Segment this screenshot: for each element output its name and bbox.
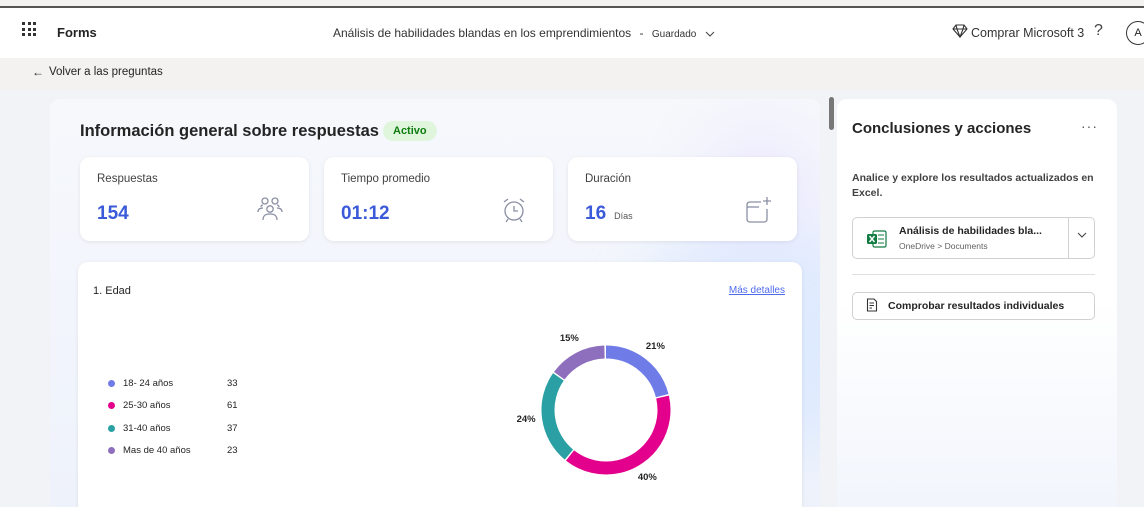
check-button-label: Comprobar resultados individuales	[888, 300, 1065, 312]
slice-percent-label: 15%	[559, 332, 579, 344]
document-title-menu[interactable]: Análisis de habilidades blandas en los e…	[333, 26, 715, 40]
avatar[interactable]: A	[1126, 21, 1144, 45]
duration-value: 16	[585, 203, 607, 224]
calendar-sparkle-icon	[743, 195, 773, 230]
alarm-clock-icon	[499, 195, 529, 230]
legend-count: 23	[227, 445, 238, 457]
save-status: Guardado	[651, 29, 697, 40]
document-icon	[866, 297, 888, 315]
arrow-left-icon: ←	[32, 65, 44, 79]
legend-count: 61	[227, 400, 238, 412]
slice-percent-label: 24%	[516, 413, 536, 425]
donut-slice[interactable]	[537, 341, 676, 480]
back-label: Volver a las preguntas	[49, 66, 163, 78]
document-title: Análisis de habilidades blandas en los e…	[333, 26, 632, 40]
more-options-button[interactable]: ···	[1081, 118, 1098, 134]
question-card: 1. Edad Más detalles 18- 24 años 33 25-3…	[78, 262, 802, 507]
help-button[interactable]: ?	[1094, 22, 1103, 40]
title-separator: -	[639, 26, 644, 40]
slice-percent-label: 21%	[645, 341, 665, 353]
split-divider	[1068, 218, 1069, 258]
legend-count: 37	[227, 422, 238, 434]
legend-label: 25-30 años	[123, 400, 171, 412]
scrollbar-thumb[interactable]	[829, 97, 834, 130]
buy-microsoft-button[interactable]: Comprar Microsoft 3	[952, 24, 1084, 41]
legend-dot	[108, 447, 115, 455]
stat-value: 01:12	[341, 203, 390, 224]
divider	[852, 274, 1095, 275]
legend-count: 33	[227, 377, 238, 389]
stat-card-average-time: Tiempo promedio 01:12	[324, 157, 553, 241]
panel-description: Analice y explore los resultados actuali…	[852, 172, 1094, 200]
excel-file-card[interactable]: Análisis de habilidades bla... OneDrive …	[852, 217, 1095, 259]
chevron-down-icon	[705, 29, 715, 40]
check-individual-results-button[interactable]: Comprobar resultados individuales	[852, 292, 1095, 320]
legend-item: 31-40 años 37	[108, 417, 238, 440]
legend-label: 31-40 años	[123, 422, 171, 434]
file-name: Análisis de habilidades bla...	[899, 225, 1042, 237]
duration-unit: Días	[614, 211, 633, 221]
status-badge: Activo	[383, 121, 437, 141]
excel-icon	[867, 230, 887, 253]
diamond-icon	[952, 24, 971, 41]
chart-legend: 18- 24 años 33 25-30 años 61 31-40 años …	[108, 372, 238, 462]
file-path: OneDrive > Documents	[899, 241, 988, 251]
legend-label: 18- 24 años	[123, 377, 174, 389]
stat-card-responses: Respuestas 154	[80, 157, 309, 241]
stat-value: 154	[97, 203, 129, 224]
stat-card-duration: Duración 16 Días	[568, 157, 797, 241]
donut-chart	[537, 341, 676, 480]
top-bar: Forms Análisis de habilidades blandas en…	[0, 6, 1144, 58]
stat-label: Respuestas	[97, 173, 158, 185]
back-to-questions-link[interactable]: ← Volver a las preguntas	[32, 65, 163, 79]
legend-item: 25-30 años 61	[108, 395, 238, 418]
legend-dot	[108, 402, 115, 410]
more-details-link[interactable]: Más detalles	[729, 285, 785, 296]
legend-label: Mas de 40 años	[123, 445, 191, 457]
insights-panel: Conclusiones y acciones ··· Analice y ex…	[837, 99, 1117, 507]
legend-item: Mas de 40 años 23	[108, 440, 238, 463]
app-launcher-icon[interactable]	[22, 22, 36, 36]
legend-dot	[108, 379, 115, 387]
legend-dot	[108, 424, 115, 432]
panel-title: Conclusiones y acciones	[852, 120, 1032, 137]
buy-label: Comprar Microsoft 3	[971, 25, 1085, 40]
stat-label: Tiempo promedio	[341, 173, 431, 185]
panel-illustration	[837, 299, 1117, 507]
question-title: 1. Edad	[93, 285, 131, 297]
people-icon	[255, 195, 285, 230]
chevron-down-icon[interactable]	[1077, 230, 1087, 241]
app-name[interactable]: Forms	[57, 25, 97, 40]
stat-label: Duración	[585, 173, 632, 185]
legend-item: 18- 24 años 33	[108, 372, 238, 395]
overview-title: Información general sobre respuestas	[80, 122, 379, 140]
stat-value: 16 Días	[585, 203, 633, 225]
slice-percent-label: 40%	[637, 472, 657, 484]
